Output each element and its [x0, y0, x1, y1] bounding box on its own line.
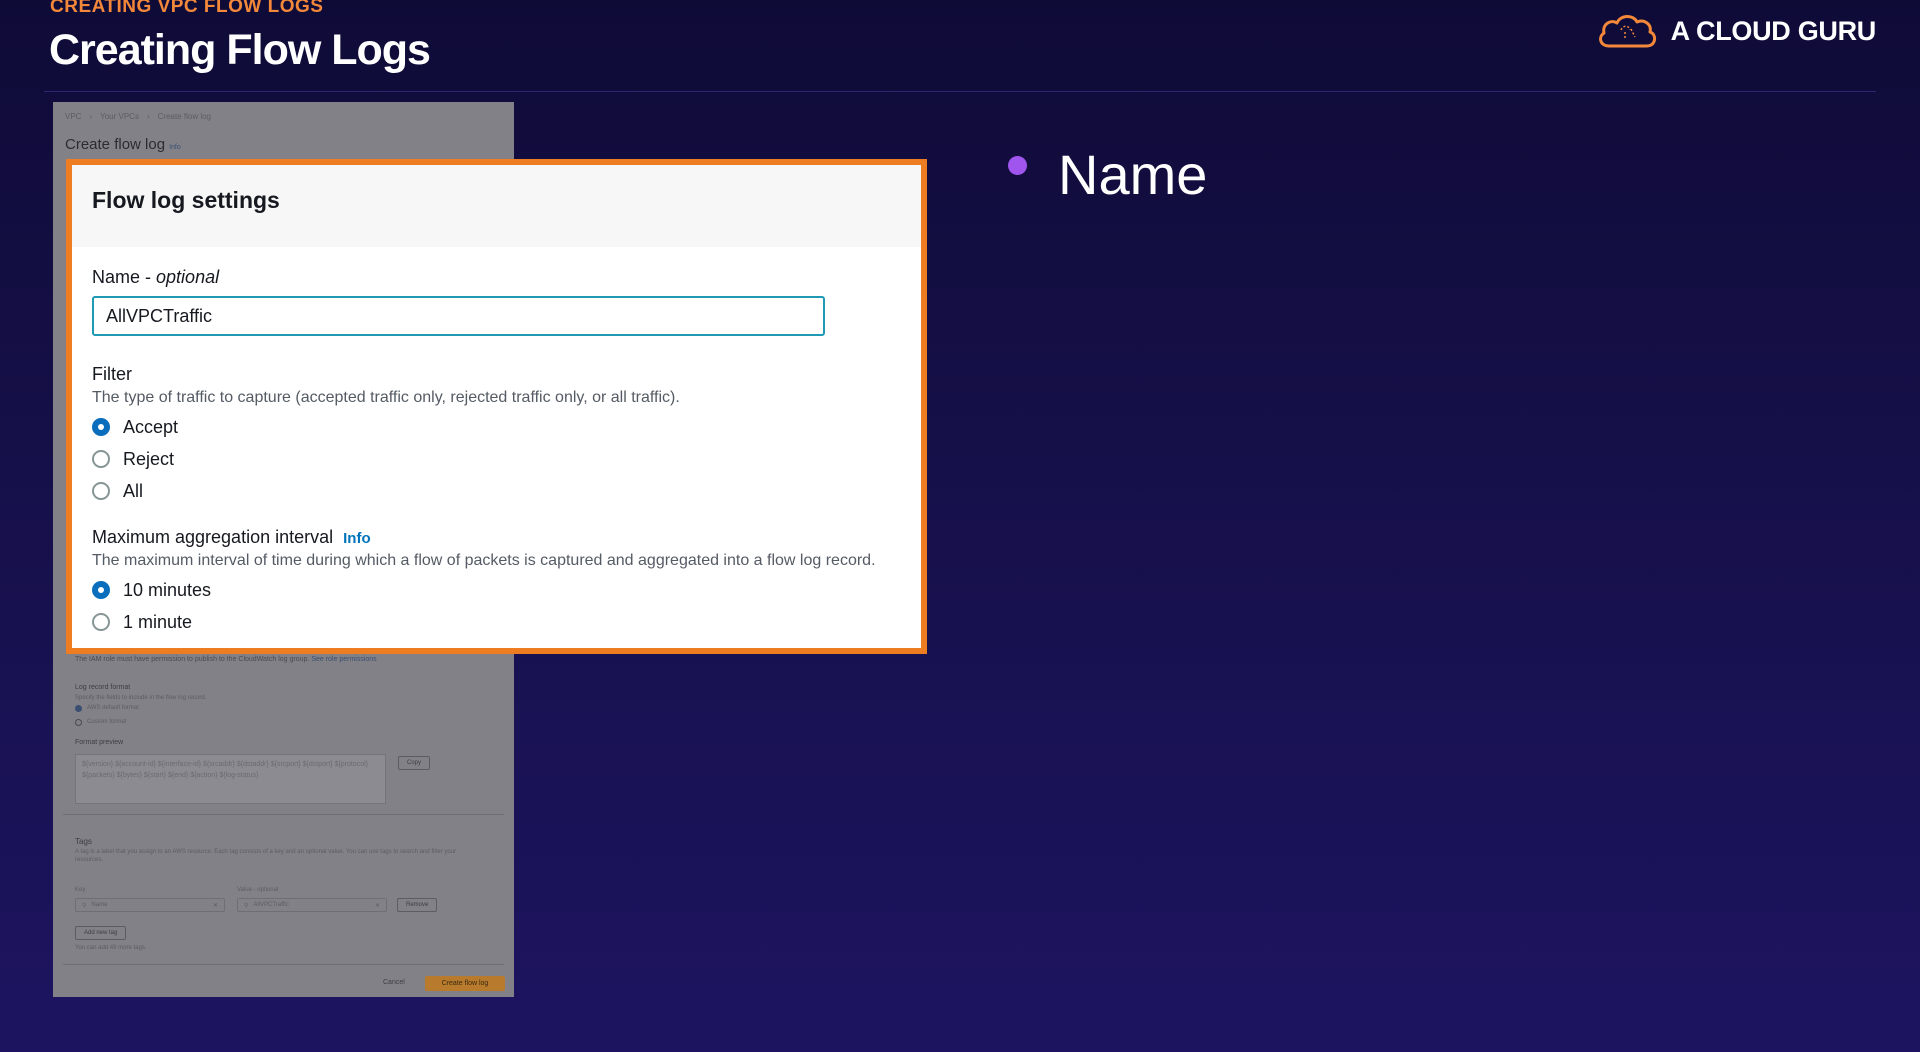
section-divider: [63, 814, 504, 815]
remove-tag-label: Remove: [406, 902, 429, 908]
slide-title: Creating Flow Logs: [49, 26, 431, 74]
radio-custom-format[interactable]: [75, 719, 82, 726]
page-title: Create flow log Info: [65, 136, 181, 153]
brand-name: A CLOUD GURU: [1670, 15, 1877, 46]
clear-icon[interactable]: ✕: [213, 902, 218, 909]
create-flow-log-button[interactable]: Create flow log: [425, 976, 505, 991]
radio-option-reject[interactable]: Reject: [92, 443, 901, 475]
slide-eyebrow: CREATING VPC FLOW LOGS: [50, 0, 324, 17]
radio-label: 1 minute: [123, 611, 193, 632]
breadcrumb-item[interactable]: Your VPCs: [100, 112, 139, 121]
radio-label: Reject: [123, 448, 175, 469]
panel-title: Flow log settings: [92, 187, 280, 213]
filter-section: Filter The type of traffic to capture (a…: [92, 364, 901, 507]
name-input[interactable]: [92, 296, 825, 336]
radio-button-selected[interactable]: [92, 581, 110, 599]
iam-note-text: The IAM role must have permission to pub…: [75, 656, 310, 663]
radio-aws-default-format[interactable]: [75, 705, 82, 712]
bullet-dot-icon: [1008, 156, 1027, 175]
radio-option-all[interactable]: All: [92, 475, 901, 507]
header-divider: [44, 91, 1876, 92]
tag-key-label: Key: [75, 887, 86, 893]
radio-label: 10 minutes: [123, 579, 212, 600]
search-icon: ⚲: [82, 902, 87, 909]
tag-value-label: Value - optional: [237, 887, 279, 893]
info-link[interactable]: Info: [169, 144, 181, 151]
radio-label: Accept: [123, 416, 179, 437]
radio-label: All: [123, 480, 144, 501]
iam-role-link[interactable]: See role permissions: [311, 656, 376, 663]
tag-value-input[interactable]: ⚲ AllVPCTraffic ✕: [237, 898, 387, 912]
interval-info-link[interactable]: Info: [343, 530, 371, 547]
radio-button[interactable]: [92, 613, 110, 631]
interval-section: Maximum aggregation interval Info The max…: [92, 527, 901, 638]
add-new-tag-label: Add new tag: [84, 930, 118, 936]
name-field-label: Name - optional: [92, 267, 901, 288]
breadcrumb: VPC › Your VPCs › Create flow log: [65, 112, 211, 121]
tags-label: Tags: [75, 837, 92, 846]
bullet-text: Name: [1058, 143, 1208, 206]
create-flow-log-label: Create flow log: [441, 980, 489, 987]
panel-body: Name - optional Filter The type of traff…: [72, 247, 921, 638]
tags-desc: A tag is a label that you assign to an A…: [75, 849, 457, 863]
tag-key-value: Name: [91, 902, 108, 908]
radio-button-selected[interactable]: [92, 418, 110, 436]
breadcrumb-item: Create flow log: [157, 112, 211, 121]
log-record-format-desc: Specify the fields to include in the flo…: [75, 695, 207, 701]
format-preview-label: Format preview: [75, 739, 124, 746]
breadcrumb-item[interactable]: VPC: [65, 112, 81, 121]
tag-limit-note: You can add 49 more tags.: [75, 945, 147, 951]
copy-button[interactable]: Copy: [398, 756, 431, 770]
page-title-text: Create flow log: [65, 136, 166, 153]
brand: A CLOUD GURU: [1595, 10, 1876, 52]
add-new-tag-button[interactable]: Add new tag: [75, 926, 127, 940]
radio-label: Custom format: [87, 719, 127, 725]
radio-button[interactable]: [92, 482, 110, 500]
interval-label-row: Maximum aggregation interval Info: [92, 527, 901, 548]
name-optional-text: optional: [156, 267, 220, 287]
interval-description: The maximum interval of time during whic…: [92, 552, 876, 569]
clear-icon[interactable]: ✕: [375, 902, 380, 909]
log-record-format-label: Log record format: [75, 684, 131, 691]
interval-radio-group: 10 minutes 1 minute: [92, 574, 901, 638]
cancel-button[interactable]: Cancel: [383, 979, 405, 986]
radio-option-10-minutes[interactable]: 10 minutes: [92, 574, 901, 606]
interval-label: Maximum aggregation interval: [92, 527, 334, 547]
filter-radio-group: Accept Reject All: [92, 411, 901, 507]
radio-option-accept[interactable]: Accept: [92, 411, 901, 443]
section-divider: [63, 964, 504, 965]
tag-value-value: AllVPCTraffic: [253, 902, 289, 908]
breadcrumb-separator-icon: ›: [89, 112, 93, 121]
format-preview-box: ${version} ${account-id} ${interface-id}…: [75, 754, 386, 804]
radio-label: AWS default format: [87, 705, 139, 711]
search-icon: ⚲: [244, 902, 249, 909]
name-label-text: Name -: [92, 267, 152, 287]
breadcrumb-separator-icon: ›: [146, 112, 150, 121]
flow-log-settings-panel: Flow log settings Name - optional Filter…: [66, 159, 927, 654]
filter-description: The type of traffic to capture (accepted…: [92, 389, 680, 406]
tag-key-input[interactable]: ⚲ Name ✕: [75, 898, 225, 912]
remove-tag-button[interactable]: Remove: [397, 898, 438, 912]
cloud-logo-icon: [1598, 15, 1656, 48]
copy-button-label: Copy: [407, 760, 422, 766]
radio-option-1-minute[interactable]: 1 minute: [92, 606, 901, 638]
radio-button[interactable]: [92, 450, 110, 468]
filter-label: Filter: [92, 364, 132, 384]
iam-note: The IAM role must have permission to pub…: [75, 656, 377, 663]
panel-header: Flow log settings: [72, 165, 921, 247]
